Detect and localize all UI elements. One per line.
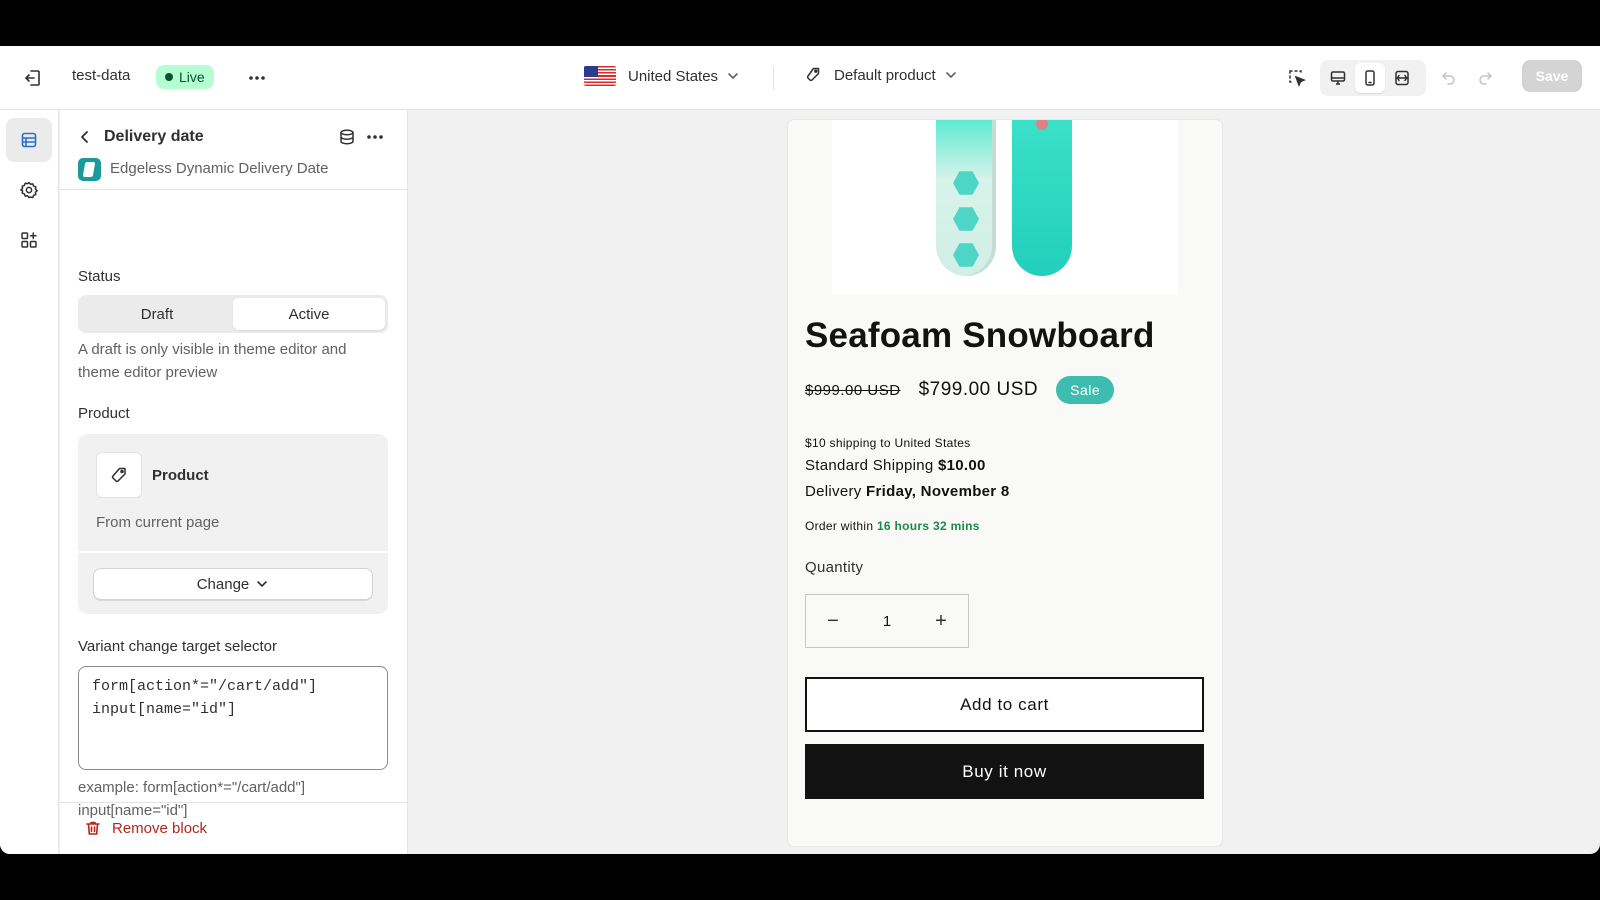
template-selector[interactable]: Default product [804,66,958,84]
standard-shipping-line: Standard Shipping $10.00 [805,457,986,474]
product-picker-card: Product From current page Change [78,434,388,614]
live-dot [165,73,173,81]
selector-textarea[interactable]: form[action*="/cart/add"] input[name="id… [78,666,388,770]
quantity-input[interactable]: 1 [860,613,914,630]
quantity-increase-button[interactable]: + [914,595,968,647]
hex-decoration [953,207,979,231]
fullwidth-icon[interactable] [1387,63,1417,93]
more-horizontal-icon[interactable] [360,122,390,152]
exit-icon[interactable] [18,63,48,93]
product-label: Product [78,405,130,422]
change-label: Change [196,575,250,593]
buy-now-button[interactable]: Buy it now [805,744,1204,799]
storefront-preview: Seafoam Snowboard $999.00 USD $799.00 US… [788,120,1222,846]
country-selector[interactable]: United States [584,66,740,86]
hex-decoration [953,171,979,195]
selector-label: Variant change target selector [78,638,278,655]
product-image[interactable] [832,120,1178,295]
status-label: Status [78,268,121,285]
hex-decoration [953,243,979,267]
trash-icon [86,821,100,835]
delivery-label: Delivery [805,483,862,500]
quantity-decrease-button[interactable]: − [806,595,860,647]
theme-editor: test-data Live United States Default pro… [0,46,1600,854]
apps-icon[interactable] [6,218,52,262]
compare-at-price: $999.00 USD [805,381,901,399]
order-within-line: Order within 16 hours 32 mins [805,519,980,533]
live-label: Live [179,69,205,85]
chevron-down-icon [728,73,738,80]
remove-block-button[interactable]: Remove block [84,819,207,837]
us-flag-icon [584,66,616,86]
sale-badge: Sale [1056,376,1115,404]
more-horizontal-icon[interactable] [242,63,272,93]
product-picker-summary: Product From current page [78,434,388,551]
save-button[interactable]: Save [1522,60,1582,92]
template-label: Default product [834,66,936,84]
status-help-text: A draft is only visible in theme editor … [78,341,347,381]
shipping-note: $10 shipping to United States [805,436,971,450]
database-icon[interactable] [332,122,362,152]
divider [773,66,774,90]
divider [78,551,388,553]
order-within-label: Order within [805,519,874,533]
standard-shipping-label: Standard Shipping [805,457,934,474]
chevron-down-icon [945,72,956,79]
mobile-icon[interactable] [1355,63,1385,93]
app-name: Edgeless Dynamic Delivery Date [110,160,329,177]
snowboard-image-right [1012,120,1072,276]
product-title: Seafoam Snowboard [805,316,1155,355]
chevron-down-icon [257,581,268,588]
delivery-date-value: Friday, November 8 [866,483,1010,500]
top-bar: test-data Live United States Default pro… [0,46,1600,110]
snowboard-image-left [936,120,996,276]
block-settings-panel: Delivery date Edgeless Dynamic Delivery … [60,110,408,854]
add-to-cart-button[interactable]: Add to cart [805,677,1204,732]
device-toggle-group [1320,60,1426,96]
change-product-button[interactable]: Change [93,568,373,600]
tag-icon [806,67,820,82]
product-name: Product [152,467,209,484]
panel-header: Delivery date Edgeless Dynamic Delivery … [60,110,408,190]
status-draft-option[interactable]: Draft [81,298,233,330]
desktop-icon[interactable] [1323,63,1353,93]
sale-price: $799.00 USD [918,379,1039,400]
product-source: From current page [96,514,220,531]
quantity-label: Quantity [805,559,864,576]
board-logo [1036,120,1048,130]
country-label: United States [628,67,719,85]
delivery-line: Delivery Friday, November 8 [805,483,1010,500]
store-name: test-data [72,67,131,84]
quantity-stepper: − 1 + [805,594,969,648]
live-status-badge: Live [156,65,214,89]
gear-icon[interactable] [6,168,52,212]
sections-icon[interactable] [6,118,52,162]
left-rail [0,110,59,854]
price-row: $999.00 USD $799.00 USD Sale [805,376,1115,404]
redo-icon[interactable] [1470,63,1500,93]
chevron-left-icon[interactable] [70,122,100,152]
panel-footer: Remove block [60,802,408,854]
status-segmented-control: Draft Active [78,295,388,333]
select-cursor-icon[interactable] [1282,63,1312,93]
product-tag-icon [96,452,142,498]
status-active-option[interactable]: Active [233,298,385,330]
remove-block-label: Remove block [112,819,208,837]
undo-icon[interactable] [1434,63,1464,93]
app-logo-icon [78,158,101,181]
panel-title: Delivery date [104,128,204,145]
order-within-countdown: 16 hours 32 mins [876,519,980,533]
standard-shipping-value: $10.00 [938,457,986,474]
